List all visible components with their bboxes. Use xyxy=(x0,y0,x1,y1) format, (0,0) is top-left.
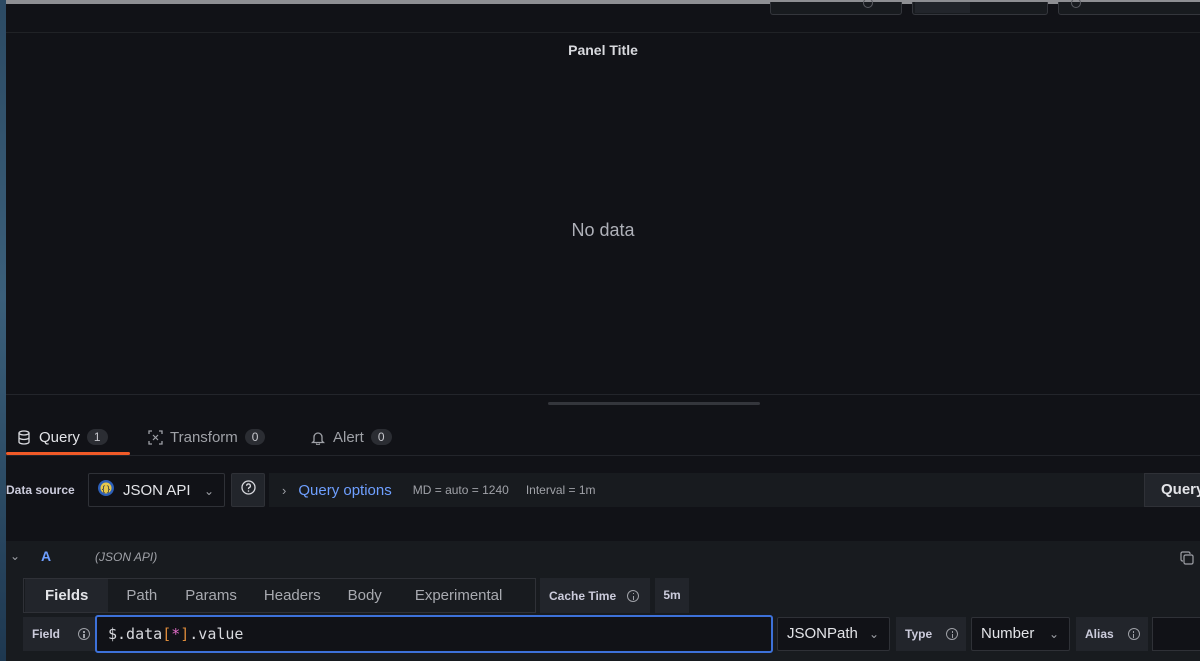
tab-count-badge: 0 xyxy=(370,429,392,445)
duplicate-query-icon[interactable] xyxy=(1180,551,1194,570)
pane-splitter xyxy=(6,394,1200,395)
json-api-logo-icon: {} xyxy=(97,479,115,501)
transform-icon xyxy=(147,429,163,445)
query-options-toggle[interactable]: Query options xyxy=(298,482,391,499)
resize-handle[interactable] xyxy=(548,402,760,405)
toolbar-segmented-control[interactable] xyxy=(912,2,1048,15)
chevron-down-icon: ⌄ xyxy=(868,627,879,641)
alias-label-text: Alias xyxy=(1085,627,1114,641)
editor-tabs: Query 1 Transform 0 Alert 0 xyxy=(6,418,1200,456)
cache-time-value[interactable]: 5m xyxy=(655,578,689,613)
query-row-header: ⌄ A (JSON API) xyxy=(6,541,1200,575)
query-options-bar[interactable]: › Query options MD = auto = 1240 Interva… xyxy=(269,473,1144,507)
query-ref-id[interactable]: A xyxy=(41,548,51,564)
datasource-help-button[interactable] xyxy=(231,473,265,507)
type-label-text: Type xyxy=(905,627,933,641)
expr-prefix: $.data xyxy=(108,625,163,643)
toolbar-control[interactable] xyxy=(770,0,902,15)
language-select-value: JSONPath xyxy=(787,625,858,642)
datasource-selected: JSON API xyxy=(123,481,191,499)
query-datasource-name: (JSON API) xyxy=(95,550,158,564)
info-icon[interactable] xyxy=(78,628,91,640)
query-editor-subtabs: Fields Path Params Headers Body Experime… xyxy=(23,578,536,613)
field-label: Field xyxy=(23,617,95,651)
expr-open-bracket: [ xyxy=(162,625,172,643)
cache-time-text: Cache Time xyxy=(549,588,617,603)
tab-alert[interactable]: Alert 0 xyxy=(310,418,392,456)
active-tab-indicator xyxy=(6,452,130,455)
type-select-value: Number xyxy=(981,625,1035,642)
question-circle-icon xyxy=(240,480,256,500)
language-select[interactable]: JSONPath ⌄ xyxy=(777,617,890,651)
alias-label: Alias xyxy=(1076,617,1148,651)
expr-suffix: .value xyxy=(189,625,244,643)
cache-time-label: Cache Time xyxy=(540,578,650,613)
svg-text:{}: {} xyxy=(101,485,111,494)
subtab-params[interactable]: Params xyxy=(185,579,237,612)
subtab-headers[interactable]: Headers xyxy=(264,579,321,612)
query-inspector-button[interactable]: Query xyxy=(1144,473,1200,507)
tab-transform[interactable]: Transform 0 xyxy=(147,418,266,456)
info-icon[interactable] xyxy=(946,628,959,640)
bell-icon xyxy=(310,429,326,445)
query-editor-body: Fields Path Params Headers Body Experime… xyxy=(6,575,1200,661)
tab-count-badge: 1 xyxy=(86,429,108,445)
panel-preview: Panel Title No data xyxy=(6,34,1200,394)
chevron-down-icon: ⌄ xyxy=(1048,627,1059,641)
tab-label: Alert xyxy=(333,428,364,446)
datasource-label: Data source xyxy=(6,483,75,497)
datasource-picker[interactable]: {} JSON API ⌄ xyxy=(88,473,225,507)
datasource-row: Data source {} JSON API ⌄ › Query option… xyxy=(6,473,1200,507)
expr-close-bracket: ] xyxy=(180,625,190,643)
panel-editor-toolbar xyxy=(6,0,1200,33)
field-expression-input[interactable]: $.data[*].value xyxy=(95,615,773,653)
chevron-down-icon: ⌄ xyxy=(203,484,214,498)
no-data-message: No data xyxy=(571,220,635,240)
clock-icon xyxy=(1071,0,1081,8)
toolbar-control-icon xyxy=(863,0,873,8)
info-icon[interactable] xyxy=(627,589,640,602)
subtab-fields[interactable]: Fields xyxy=(25,579,109,612)
type-label: Type xyxy=(896,617,966,651)
collapse-chevron-icon[interactable]: ⌄ xyxy=(10,549,20,563)
chevron-right-icon[interactable]: › xyxy=(282,483,286,498)
subtab-path[interactable]: Path xyxy=(126,579,157,612)
interval-info: Interval = 1m xyxy=(525,483,596,497)
field-label-text: Field xyxy=(32,627,61,641)
toolbar-time-picker[interactable] xyxy=(1058,0,1200,15)
tab-query[interactable]: Query 1 xyxy=(16,418,108,456)
database-icon xyxy=(16,429,32,445)
alias-input[interactable] xyxy=(1152,617,1200,651)
subtab-body[interactable]: Body xyxy=(348,579,382,612)
tab-count-badge: 0 xyxy=(244,429,266,445)
info-icon[interactable] xyxy=(1127,628,1140,640)
subtab-experimental[interactable]: Experimental xyxy=(415,579,503,612)
tab-label: Transform xyxy=(170,428,238,446)
tab-label: Query xyxy=(39,428,80,446)
toolbar-segment-active[interactable] xyxy=(915,2,970,13)
max-data-points-info: MD = auto = 1240 xyxy=(412,483,509,497)
expr-wildcard: * xyxy=(171,625,181,643)
type-select[interactable]: Number ⌄ xyxy=(971,617,1070,651)
panel-title[interactable]: Panel Title xyxy=(6,42,1200,58)
